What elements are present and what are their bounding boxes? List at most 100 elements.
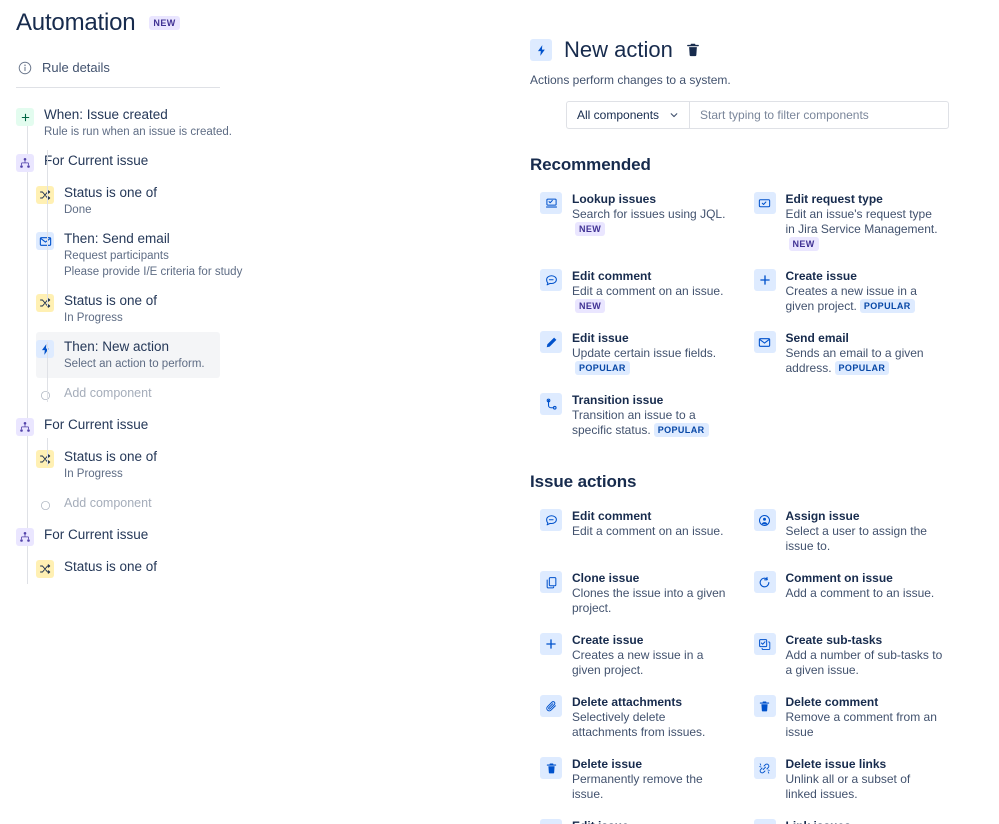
section-title: Recommended — [530, 155, 651, 174]
component-create-issue[interactable]: Create issue Creates a new issue in a giv… — [530, 624, 736, 686]
component-body: Edit request type Edit an issue's request… — [786, 191, 944, 252]
tree-node-status-is-one-of[interactable]: Status is one of — [36, 552, 520, 584]
component-send-email[interactable]: Send email Sends an email to a given addr… — [744, 322, 950, 384]
tree-node-subtitle: Done — [64, 204, 92, 216]
component-name: Edit issue — [572, 818, 716, 824]
tree-node-then-send-email[interactable]: Then: Send email Request participants Plea… — [36, 224, 520, 286]
circle-plus-icon — [36, 386, 54, 404]
component-badge: POPULAR — [575, 360, 630, 375]
trash-icon[interactable] — [685, 42, 701, 58]
component-description: Select a user to assign the issue to. — [786, 524, 944, 554]
tree-node-subtitle-2: Please provide I/E criteria for study — [64, 266, 243, 278]
tree-node-title: Status is one of — [64, 449, 158, 464]
component-link-issues[interactable]: Link issuesCreates an issue link between… — [744, 810, 950, 824]
rule-details-label: Rule details — [42, 60, 110, 75]
tree-node-text: When: Issue created Rule is run when an i… — [44, 106, 232, 140]
tree-node-title: Then: New action — [64, 339, 170, 354]
component-badge: NEW — [788, 236, 819, 251]
tree-node-for-current-issue[interactable]: For Current issue — [16, 520, 520, 552]
component-description-text: Selectively delete attachments from issu… — [572, 710, 706, 739]
component-filter-input[interactable] — [689, 101, 949, 129]
component-edit-issue[interactable]: Edit issueUpdate certain issue fields. — [530, 810, 736, 824]
component-edit-comment[interactable]: Edit comment Edit a comment on an issue. — [530, 500, 736, 562]
component-delete-issue[interactable]: Delete issue Permanently remove the issue… — [530, 748, 736, 810]
component-body: Delete issue links Unlink all or a subset… — [786, 756, 944, 802]
component-description-text: Add a number of sub-tasks to a given iss… — [785, 648, 943, 677]
component-create-sub-tasks[interactable]: Create sub-tasks Add a number of sub-task… — [744, 624, 950, 686]
component-edit-request-type[interactable]: Edit request type Edit an issue's request… — [744, 183, 950, 260]
tree-node-when-issue-created[interactable]: When: Issue created Rule is run when an i… — [16, 100, 520, 146]
tree-node-for-current-issue[interactable]: For Current issue — [16, 410, 520, 442]
panel-subtitle: Actions perform changes to a system. — [530, 73, 731, 87]
component-description: Clones the issue into a given project. — [572, 586, 730, 616]
component-edit-comment[interactable]: Edit comment Edit a comment on an issue.N… — [530, 260, 736, 322]
component-sections: Recommended Lookup issues Search for issue… — [530, 155, 949, 824]
component-badge: NEW — [575, 221, 606, 236]
component-name: Delete issue — [572, 757, 643, 771]
component-description: Search for issues using JQL.NEW — [572, 207, 730, 237]
tree-node-subtitle: Request participants — [64, 250, 169, 262]
tree-node-status-is-one-of[interactable]: Status is one of In Progress — [36, 286, 520, 332]
component-body: Edit comment Edit a comment on an issue. — [572, 508, 723, 539]
component-body: Delete comment Remove a comment from an i… — [786, 694, 944, 740]
tree-node-text: Then: Send email Request participants Plea… — [64, 230, 242, 280]
condition-icon — [36, 294, 54, 312]
component-description: Sends an email to a given address. POPULA… — [786, 346, 944, 376]
delete-attachments-icon — [540, 695, 562, 717]
tree-node-text: Add component — [64, 384, 152, 404]
tree-node-title: Status is one of — [64, 559, 158, 574]
component-delete-comment[interactable]: Delete comment Remove a comment from an i… — [744, 686, 950, 748]
component-badge: POPULAR — [653, 422, 709, 437]
component-delete-attachments[interactable]: Delete attachments Selectively delete att… — [530, 686, 736, 748]
component-description: Update certain issue fields.POPULAR — [572, 346, 730, 376]
branch-icon — [16, 154, 34, 172]
tree-node-text: Status is one of — [64, 558, 157, 578]
component-description: Edit a comment on an issue.NEW — [572, 284, 730, 314]
panel-title: New action — [564, 37, 673, 62]
component-description: Selectively delete attachments from issu… — [572, 710, 730, 740]
new-action-panel: New action Actions perform changes to a … — [520, 0, 999, 824]
tree-node-status-is-one-of[interactable]: Status is one of Done — [36, 178, 520, 224]
component-type-select[interactable]: All components — [566, 101, 690, 129]
tree-node-subtitle: In Progress — [64, 468, 123, 480]
component-description-text: Edit a comment on an issue. — [572, 524, 724, 538]
tree-node-for-current-issue[interactable]: For Current issue — [16, 146, 520, 178]
component-name: Delete issue links — [785, 757, 887, 771]
component-description-text: Remove a comment from an issue — [785, 710, 937, 739]
tree-node-text: Then: New action Select an action to perf… — [64, 338, 205, 372]
component-name: Edit request type — [785, 192, 883, 206]
tree-node-text: Status is one of Done — [64, 184, 157, 218]
component-name: Edit comment — [572, 269, 652, 283]
page-title: Automation — [16, 9, 136, 36]
tree-node-add-component[interactable]: Add component — [36, 378, 520, 410]
component-body: Create issue Creates a new issue in a giv… — [786, 268, 944, 314]
component-comment-on-issue[interactable]: Comment on issue Add a comment to an issu… — [744, 562, 950, 624]
component-badge: NEW — [575, 298, 606, 313]
tree-node-then-new-action[interactable]: Then: New action Select an action to perf… — [36, 332, 220, 378]
component-name: Create issue — [785, 269, 857, 283]
tree-branch-line — [47, 438, 48, 466]
tree-node-title: For Current issue — [44, 417, 149, 432]
component-name: Edit comment — [572, 509, 652, 523]
page-new-badge: NEW — [149, 16, 180, 30]
tree-node-add-component[interactable]: Add component — [36, 488, 520, 520]
component-lookup-issues[interactable]: Lookup issues Search for issues using JQL… — [530, 183, 736, 260]
component-body: Lookup issues Search for issues using JQL… — [572, 191, 730, 237]
component-create-issue[interactable]: Create issue Creates a new issue in a giv… — [744, 260, 950, 322]
component-delete-issue-links[interactable]: Delete issue links Unlink all or a subset… — [744, 748, 950, 810]
component-description: Transition an issue to a specific status… — [572, 408, 730, 438]
edit-issue-icon — [540, 819, 562, 824]
tree-node-title: For Current issue — [44, 153, 149, 168]
component-transition-issue[interactable]: Transition issue Transition an issue to a… — [530, 384, 736, 446]
tree-node-text: Status is one of In Progress — [64, 292, 157, 326]
send-email-icon — [753, 331, 776, 353]
component-grid: Lookup issues Search for issues using JQL… — [530, 183, 949, 446]
tree-node-status-is-one-of[interactable]: Status is one of In Progress — [36, 442, 520, 488]
condition-icon — [36, 186, 54, 204]
component-clone-issue[interactable]: Clone issue Clones the issue into a given… — [530, 562, 736, 624]
rule-details-link[interactable]: Rule details — [0, 50, 520, 87]
component-assign-issue[interactable]: Assign issue Select a user to assign the … — [744, 500, 950, 562]
component-description: Permanently remove the issue. — [572, 772, 730, 802]
component-description: Edit an issue's request type in Jira Ser… — [786, 207, 944, 252]
component-edit-issue[interactable]: Edit issue Update certain issue fields.PO… — [530, 322, 736, 384]
